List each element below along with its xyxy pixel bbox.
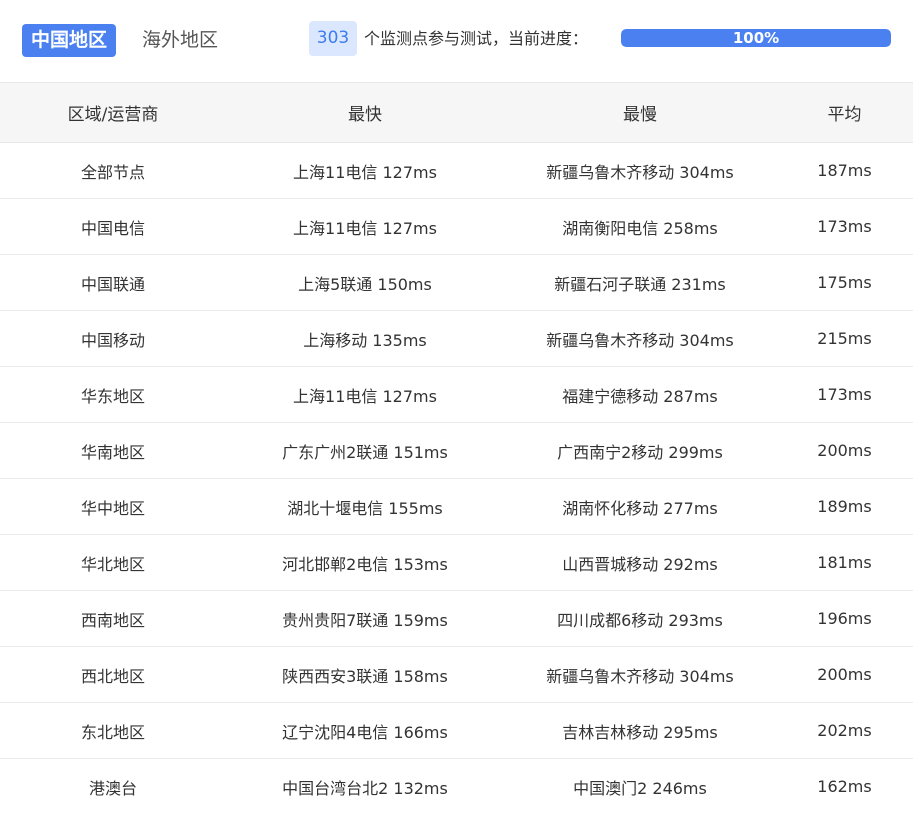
cell-slowest: 福建宁德移动 287ms — [504, 366, 776, 423]
cell-region: 华南地区 — [0, 422, 226, 479]
table-row: 西南地区 贵州贵阳7联通 159ms 四川成都6移动 293ms 196ms — [0, 590, 913, 647]
table-row: 港澳台 中国台湾台北2 132ms 中国澳门2 246ms 162ms — [0, 759, 913, 815]
cell-fastest: 上海11电信 127ms — [226, 366, 504, 423]
table-row: 全部节点 上海11电信 127ms 新疆乌鲁木齐移动 304ms 187ms — [0, 142, 913, 199]
cell-average: 200ms — [776, 422, 913, 479]
cell-fastest: 上海移动 135ms — [226, 310, 504, 367]
cell-slowest: 新疆石河子联通 231ms — [504, 254, 776, 311]
cell-region: 港澳台 — [88, 778, 137, 798]
cell-region: 华北地区 — [0, 534, 226, 591]
table-row: 西北地区 陕西西安3联通 158ms 新疆乌鲁木齐移动 304ms 200ms — [0, 646, 913, 703]
cell-fastest: 河北邯郸2电信 153ms — [226, 534, 504, 591]
cell-slowest: 山西晋城移动 292ms — [504, 534, 776, 591]
cell-fastest: 陕西西安3联通 158ms — [226, 646, 504, 703]
cell-region: 西南地区 — [0, 590, 226, 647]
cell-fastest: 上海11电信 127ms — [226, 198, 504, 255]
cell-average: 162ms — [817, 777, 872, 796]
cell-region: 中国移动 — [0, 310, 226, 367]
cell-region: 华中地区 — [0, 478, 226, 535]
table-body: 全部节点 上海11电信 127ms 新疆乌鲁木齐移动 304ms 187ms 中国电信上… — [0, 142, 913, 815]
progress-caption: 个监测点参与测试，当前进度： — [364, 29, 589, 48]
cell-fastest: 辽宁沈阳4电信 166ms — [226, 702, 504, 759]
progress-bar: 100% — [621, 29, 891, 47]
cell-fastest: 广东广州2联通 151ms — [226, 422, 504, 479]
cell-slowest: 湖南怀化移动 277ms — [504, 478, 776, 535]
cell-region: 东北地区 — [0, 702, 226, 759]
cell-fastest: 上海11电信 127ms — [226, 142, 504, 199]
progress-percent: 100% — [732, 29, 780, 47]
table-row: 华南地区 广东广州2联通 151ms 广西南宁2移动 299ms 200ms — [0, 422, 913, 479]
cell-average: 173ms — [776, 366, 913, 423]
header-region-carrier: 区域/运营商 — [0, 82, 226, 143]
header-fastest: 最快 — [226, 82, 504, 143]
cell-average: 173ms — [776, 198, 913, 255]
cell-slowest: 吉林吉林移动 295ms — [504, 702, 776, 759]
cell-fastest: 中国台湾台北2 132ms — [282, 778, 448, 798]
cell-average: 181ms — [776, 534, 913, 591]
cell-region: 中国电信 — [0, 198, 226, 255]
table-row: 东北地区 辽宁沈阳4电信 166ms 吉林吉林移动 295ms 202ms — [0, 702, 913, 759]
cell-region: 全部节点 — [0, 142, 226, 199]
table-header-row: 区域/运营商 最快 最慢 平均 — [0, 82, 913, 143]
cell-slowest: 湖南衡阳电信 258ms — [504, 198, 776, 255]
table-row: 中国电信 上海11电信 127ms 湖南衡阳电信 258ms 173ms — [0, 198, 913, 255]
table-row: 中国移动 上海移动 135ms 新疆乌鲁木齐移动 304ms 215ms — [0, 310, 913, 367]
cell-average: 196ms — [776, 590, 913, 647]
cell-fastest: 湖北十堰电信 155ms — [226, 478, 504, 535]
cell-slowest: 新疆乌鲁木齐移动 304ms — [504, 142, 776, 199]
table-row: 华东地区 上海11电信 127ms 福建宁德移动 287ms 173ms — [0, 366, 913, 423]
cell-fastest: 贵州贵阳7联通 159ms — [226, 590, 504, 647]
tab-china-region[interactable]: 中国地区 — [22, 24, 117, 57]
table-row: 中国联通 上海5联通 150ms 新疆石河子联通 231ms 175ms — [0, 254, 913, 311]
cell-average: 189ms — [776, 478, 913, 535]
cell-region: 中国联通 — [0, 254, 226, 311]
cell-average: 175ms — [776, 254, 913, 311]
table-row: 华北地区 河北邯郸2电信 153ms 山西晋城移动 292ms 181ms — [0, 534, 913, 591]
cell-region: 西北地区 — [0, 646, 226, 703]
cell-average: 187ms — [776, 142, 913, 199]
cell-fastest: 上海5联通 150ms — [226, 254, 504, 311]
cell-slowest: 四川成都6移动 293ms — [504, 590, 776, 647]
table-row: 华中地区 湖北十堰电信 155ms 湖南怀化移动 277ms 189ms — [0, 478, 913, 535]
test-toolbar: 中国地区 海外地区 303 个监测点参与测试，当前进度： 100% — [0, 0, 913, 82]
node-count-badge: 303 — [309, 21, 357, 56]
header-slowest: 最慢 — [504, 82, 776, 143]
tab-overseas-region[interactable]: 海外地区 — [133, 24, 227, 57]
cell-slowest: 中国澳门2 246ms — [573, 778, 707, 798]
header-average: 平均 — [776, 82, 913, 143]
cell-average: 215ms — [776, 310, 913, 367]
latency-results-table: 区域/运营商 最快 最慢 平均 全部节点 上海11电信 127ms 新疆乌鲁木齐移动… — [0, 82, 913, 814]
cell-slowest: 广西南宁2移动 299ms — [504, 422, 776, 479]
cell-region: 华东地区 — [0, 366, 226, 423]
cell-slowest: 新疆乌鲁木齐移动 304ms — [504, 310, 776, 367]
cell-average: 202ms — [776, 702, 913, 759]
cell-slowest: 新疆乌鲁木齐移动 304ms — [504, 646, 776, 703]
cell-average: 200ms — [776, 646, 913, 703]
